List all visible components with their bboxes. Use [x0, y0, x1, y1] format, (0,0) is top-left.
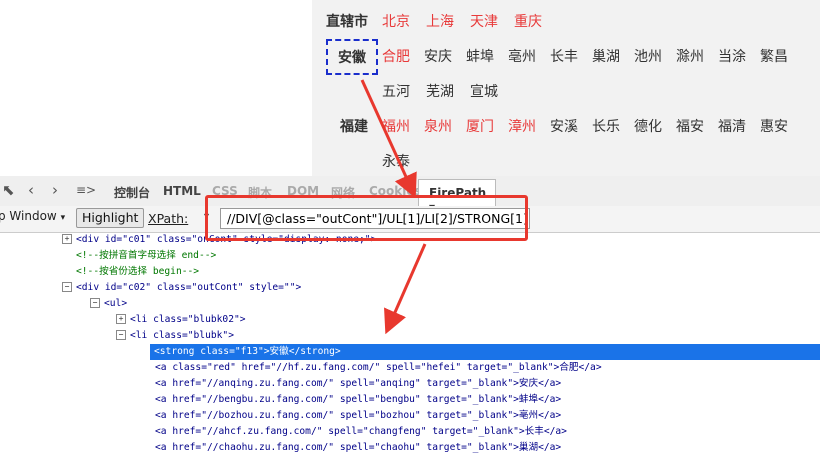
- code-text: <li class="blubk02">: [130, 314, 246, 325]
- city-link[interactable]: 合肥: [382, 46, 410, 66]
- city-link[interactable]: 宣城: [470, 81, 498, 101]
- city-link[interactable]: 重庆: [514, 11, 542, 31]
- city-link[interactable]: 长乐: [592, 116, 620, 136]
- code-line[interactable]: <a class="red" href="//hf.zu.fang.com/" …: [155, 360, 602, 376]
- city-link[interactable]: 福安: [676, 116, 704, 136]
- code-text: <a href="//ahcf.zu.fang.com/" spell="cha…: [155, 426, 567, 437]
- code-text: <ul>: [104, 298, 128, 309]
- code-text: <strong class="f13">安徽</strong>: [154, 346, 341, 357]
- code-line[interactable]: <a href="//chaohu.zu.fang.com/" spell="c…: [155, 440, 561, 456]
- city-link[interactable]: 福州: [382, 116, 410, 136]
- code-line[interactable]: <a href="//ahcf.zu.fang.com/" spell="cha…: [155, 424, 567, 440]
- city-link[interactable]: 惠安: [760, 116, 788, 136]
- back-icon[interactable]: ‹: [28, 181, 34, 199]
- city-link[interactable]: 池州: [634, 46, 662, 66]
- code-text: <a href="//bengbu.zu.fang.com/" spell="b…: [155, 394, 562, 405]
- city-row: 永泰: [312, 144, 426, 178]
- code-line[interactable]: − <div id="c02" class="outCont" style="">: [62, 280, 301, 296]
- city-selector-panel: 直辖市 北京 上海 天津 重庆 合肥 安庆 蚌埠 亳州 长丰 巢湖 池州 滁州 当涂 繁昌 五河 芜湖 宣城 福建福…: [312, 0, 820, 176]
- code-text: <li class="blubk">: [130, 330, 234, 341]
- city-link[interactable]: 安庆: [424, 46, 452, 66]
- city-row: 直辖市 北京 上海 天津 重庆: [312, 4, 558, 38]
- code-text: <a href="//anqing.zu.fang.com/" spell="a…: [155, 378, 562, 389]
- city-link[interactable]: 蚌埠: [466, 46, 494, 66]
- code-line[interactable]: <a href="//anqing.zu.fang.com/" spell="a…: [155, 376, 561, 392]
- command-line-icon[interactable]: ≡>: [76, 183, 96, 197]
- window-select-value: p Window: [0, 209, 57, 223]
- code-text: <!--按拼音首字母选择 end-->: [76, 250, 217, 261]
- expand-icon[interactable]: +: [62, 234, 72, 244]
- code-line[interactable]: <!--按省份选择 begin-->: [76, 264, 199, 280]
- code-text: <a href="//bozhou.zu.fang.com/" spell="b…: [155, 410, 562, 421]
- chevron-down-icon: ▾: [60, 213, 66, 223]
- anhui-highlight-box: 安徽: [326, 39, 378, 75]
- city-row: 合肥 安庆 蚌埠 亳州 长丰 巢湖 池州 滁州 当涂 繁昌: [312, 39, 802, 73]
- city-link[interactable]: 芜湖: [426, 81, 454, 101]
- city-link[interactable]: 天津: [470, 11, 498, 31]
- code-text: <!--按省份选择 begin-->: [76, 266, 200, 277]
- city-link[interactable]: 滁州: [676, 46, 704, 66]
- code-text: <a href="//chaohu.zu.fang.com/" spell="c…: [155, 442, 562, 453]
- code-line[interactable]: − <ul>: [90, 296, 127, 312]
- city-link[interactable]: 当涂: [718, 46, 746, 66]
- tab-html[interactable]: HTML: [163, 184, 201, 198]
- highlight-button[interactable]: Highlight: [76, 208, 145, 228]
- window-select[interactable]: p Window ▾: [0, 209, 69, 228]
- city-link[interactable]: 五河: [382, 81, 410, 101]
- code-text: <a class="red" href="//hf.zu.fang.com/" …: [155, 362, 602, 373]
- city-link[interactable]: 上海: [426, 11, 454, 31]
- xpath-annotation-box: [205, 195, 528, 241]
- city-link[interactable]: 繁昌: [760, 46, 788, 66]
- code-text: <div id="c02" class="outCont" style="">: [76, 282, 302, 293]
- collapse-icon[interactable]: −: [116, 330, 126, 340]
- city-link[interactable]: 永泰: [382, 151, 410, 171]
- xpath-label[interactable]: XPath:: [148, 211, 188, 226]
- city-link[interactable]: 福清: [718, 116, 746, 136]
- code-line[interactable]: <!--按拼音首字母选择 end-->: [76, 248, 216, 264]
- forward-icon[interactable]: ›: [52, 181, 58, 199]
- code-line[interactable]: − <li class="blubk">: [116, 328, 234, 344]
- city-link[interactable]: 长丰: [550, 46, 578, 66]
- expand-icon[interactable]: +: [116, 314, 126, 324]
- city-row: 福建 福州 泉州 厦门 漳州 安溪 长乐 德化 福安 福清 惠安: [312, 109, 802, 143]
- city-link[interactable]: 北京: [382, 11, 410, 31]
- province-label: 直辖市: [326, 14, 368, 30]
- city-link[interactable]: 安溪: [550, 116, 578, 136]
- code-line[interactable]: <a href="//bozhou.zu.fang.com/" spell="b…: [155, 408, 561, 424]
- selected-node-row[interactable]: <strong class="f13">安徽</strong>: [150, 344, 820, 360]
- city-link[interactable]: 亳州: [508, 46, 536, 66]
- tab-console[interactable]: 控制台: [114, 184, 150, 201]
- city-link[interactable]: 漳州: [508, 116, 536, 136]
- province-anhui-highlighted[interactable]: 安徽: [338, 47, 366, 67]
- code-line[interactable]: <a href="//bengbu.zu.fang.com/" spell="b…: [155, 392, 561, 408]
- city-row: 五河 芜湖 宣城: [312, 74, 514, 108]
- html-source-tree: + <div id="c01" class="onCont" style="dis…: [0, 232, 820, 453]
- collapse-icon[interactable]: −: [90, 298, 100, 308]
- code-line[interactable]: + <li class="blubk02">: [116, 312, 246, 328]
- collapse-icon[interactable]: −: [62, 282, 72, 292]
- inspect-icon[interactable]: ⬉: [2, 181, 15, 199]
- city-link[interactable]: 德化: [634, 116, 662, 136]
- city-link[interactable]: 巢湖: [592, 46, 620, 66]
- province-label: 福建: [340, 119, 368, 135]
- city-link[interactable]: 泉州: [424, 116, 452, 136]
- city-link[interactable]: 厦门: [466, 116, 494, 136]
